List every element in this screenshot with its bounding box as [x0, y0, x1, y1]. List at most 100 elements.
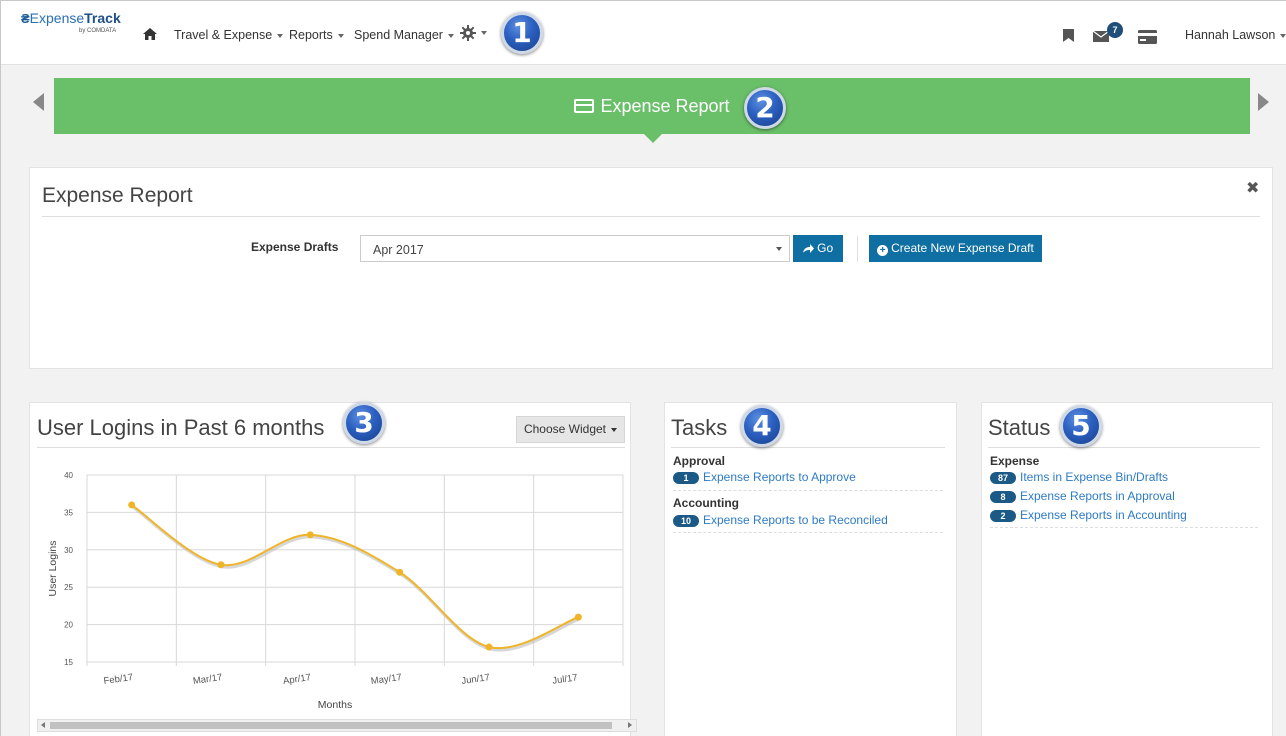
chevron-down-icon — [277, 33, 284, 38]
nav-travel-expense-label: Travel & Expense — [174, 28, 273, 42]
gear-icon — [460, 25, 476, 41]
y-tick-label: 30 — [64, 546, 73, 555]
top-navbar: ₴ExpenseTrack by COMDATA Travel & Expens… — [1, 1, 1286, 65]
chevron-down-icon — [447, 33, 454, 38]
status-link[interactable]: Expense Reports in Approval — [1020, 489, 1175, 503]
credit-card-icon — [574, 99, 595, 113]
divider — [673, 532, 943, 533]
x-tick-label: Mar/17 — [192, 672, 223, 687]
data-point — [306, 531, 314, 539]
count-badge: 2 — [990, 510, 1016, 522]
chevron-left-icon[interactable] — [33, 93, 44, 111]
create-new-expense-draft-button[interactable]: + Create New Expense Draft — [869, 235, 1042, 262]
bookmark-icon[interactable] — [1063, 29, 1074, 42]
logo-sub: by COMDATA — [79, 28, 117, 34]
status-link[interactable]: Items in Expense Bin/Drafts — [1020, 470, 1168, 484]
chevron-down-icon — [776, 247, 782, 251]
series-line-shadow — [131, 505, 580, 652]
x-tick-label: May/17 — [370, 672, 402, 687]
message-count-badge: 7 — [1107, 22, 1123, 38]
callout-2: 2 — [744, 87, 786, 129]
divider — [673, 490, 943, 491]
x-tick-label: Jun/17 — [461, 672, 491, 687]
close-icon[interactable]: ✖ — [1246, 178, 1259, 198]
status-row[interactable]: 2 Expense Reports in Accounting — [990, 508, 1187, 522]
nav-reports[interactable]: Reports — [289, 28, 344, 42]
nav-reports-label: Reports — [289, 28, 333, 42]
y-tick-label: 20 — [64, 621, 73, 630]
callout-3: 3 — [343, 402, 385, 444]
expense-drafts-select[interactable]: Apr 2017 — [360, 235, 790, 262]
tasks-title: Tasks — [671, 415, 728, 440]
approval-heading: Approval — [673, 454, 726, 468]
nav-spend-manager[interactable]: Spend Manager — [354, 28, 454, 42]
status-link[interactable]: Expense Reports in Accounting — [1020, 508, 1187, 522]
data-point — [485, 643, 493, 651]
divider — [988, 447, 1260, 448]
count-badge: 87 — [990, 472, 1016, 484]
data-point — [396, 568, 404, 576]
x-tick-label: Apr/17 — [282, 672, 311, 687]
expense-report-panel: Expense Report ✖ Expense Drafts Apr 2017… — [29, 167, 1273, 369]
expensetrack-logo[interactable]: ₴ExpenseTrack by COMDATA — [21, 11, 121, 34]
task-link[interactable]: Expense Reports to Approve — [703, 470, 856, 484]
scroll-left-icon[interactable] — [41, 722, 45, 728]
logo-brand-b: Track — [84, 10, 121, 26]
count-badge: 8 — [990, 491, 1016, 503]
go-button[interactable]: Go — [793, 235, 843, 262]
divider — [990, 527, 1258, 528]
expense-heading: Expense — [990, 454, 1040, 468]
task-row[interactable]: 1 Expense Reports to Approve — [673, 470, 856, 484]
accounting-heading: Accounting — [673, 496, 739, 510]
chevron-down-icon — [1280, 33, 1286, 38]
tasks-widget: Tasks Approval 1 Expense Reports to Appro… — [664, 402, 957, 736]
task-row[interactable]: 10 Expense Reports to be Reconciled — [673, 513, 888, 527]
scroll-right-icon[interactable] — [628, 722, 632, 728]
x-axis-label: Months — [318, 699, 352, 711]
expense-drafts-label: Expense Drafts — [251, 240, 339, 254]
callout-4: 4 — [741, 405, 783, 447]
data-point — [128, 501, 136, 509]
logo-mark: ₴ — [21, 11, 30, 26]
status-title: Status — [988, 415, 1051, 440]
banner-title: Expense Report — [600, 96, 730, 116]
data-point — [217, 561, 225, 569]
app-frame: ₴ExpenseTrack by COMDATA Travel & Expens… — [0, 0, 1286, 736]
share-arrow-icon — [802, 244, 814, 253]
expense-report-banner: Expense Report — [54, 78, 1250, 134]
plus-circle-icon: + — [877, 245, 889, 256]
choose-widget-button[interactable]: Choose Widget — [516, 416, 625, 443]
chevron-down-icon — [481, 31, 487, 35]
task-link[interactable]: Expense Reports to be Reconciled — [703, 513, 888, 527]
x-tick-label: Jul/17 — [552, 672, 579, 686]
expense-drafts-value: Apr 2017 — [373, 243, 424, 257]
chevron-down-icon — [337, 33, 344, 38]
scroll-thumb[interactable] — [50, 722, 612, 729]
user-logins-line-chart: 15 20 25 30 35 40 Feb/17 Mar/17 Apr/17 May/17 Jun/… — [47, 471, 624, 711]
y-tick-label: 40 — [64, 471, 73, 480]
user-menu[interactable]: Hannah Lawson — [1185, 28, 1286, 42]
go-label: Go — [817, 241, 834, 255]
logo-brand-a: Expense — [29, 10, 85, 26]
credit-card-icon[interactable] — [1138, 30, 1157, 44]
data-point — [574, 613, 582, 621]
y-axis-label: User Logins — [47, 540, 59, 596]
widget-title: User Logins in Past 6 months — [37, 415, 325, 440]
nav-travel-expense[interactable]: Travel & Expense — [174, 28, 284, 42]
horizontal-scrollbar[interactable] — [37, 719, 637, 732]
chevron-right-icon[interactable] — [1258, 93, 1269, 111]
choose-widget-label: Choose Widget — [523, 422, 607, 436]
divider — [42, 216, 1260, 217]
status-widget: Status Expense 87 Items in Expense Bin/Dr… — [981, 402, 1273, 736]
home-icon[interactable] — [143, 28, 157, 40]
y-tick-label: 35 — [64, 508, 73, 517]
nav-spend-manager-label: Spend Manager — [354, 28, 443, 42]
user-name: Hannah Lawson — [1185, 28, 1276, 42]
create-label: Create New Expense Draft — [891, 241, 1034, 255]
panel-title: Expense Report — [42, 184, 193, 207]
settings-menu[interactable] — [460, 25, 487, 41]
status-row[interactable]: 87 Items in Expense Bin/Drafts — [990, 470, 1168, 484]
callout-5: 5 — [1060, 405, 1102, 447]
y-tick-label: 15 — [64, 658, 73, 667]
status-row[interactable]: 8 Expense Reports in Approval — [990, 489, 1175, 503]
